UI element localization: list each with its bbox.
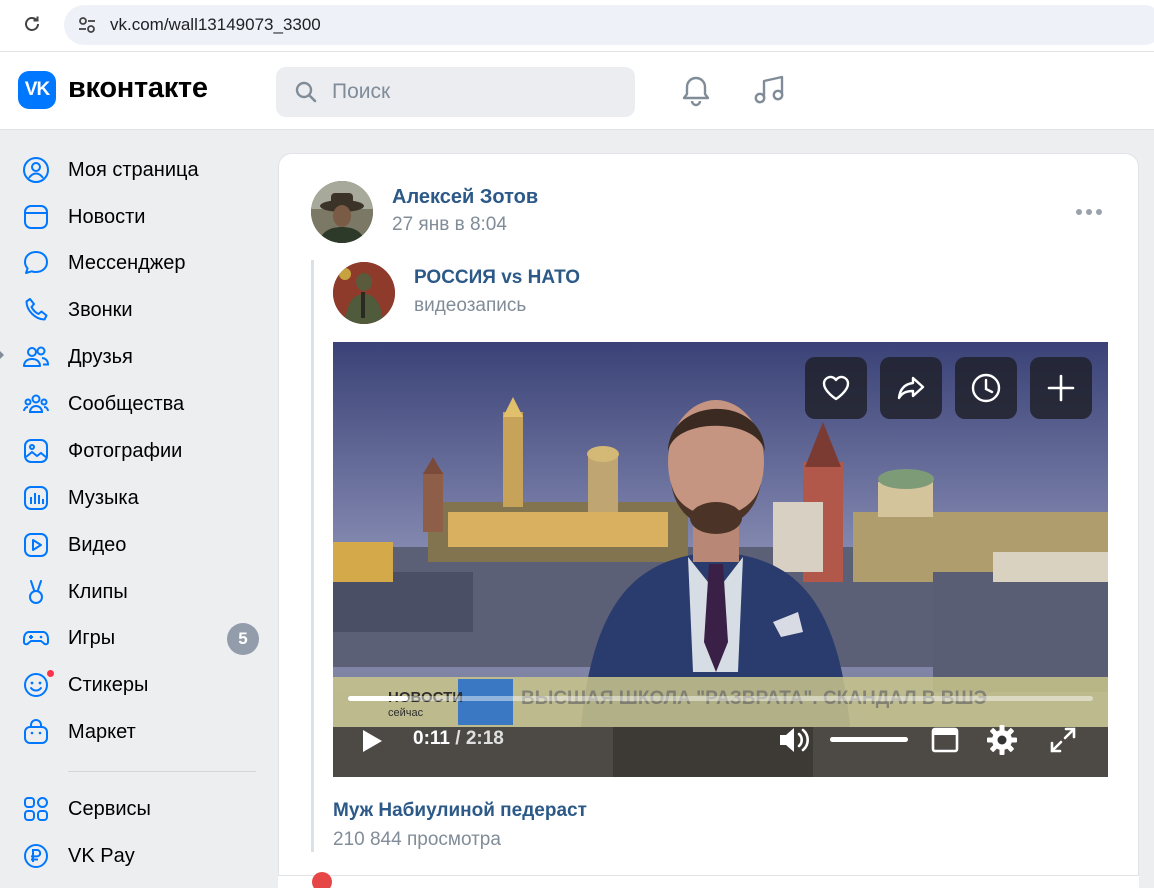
sidebar-item-label: Маркет xyxy=(68,721,136,743)
sidebar-item-label: Сообщества xyxy=(68,393,185,415)
video-time-separator: / xyxy=(455,728,461,749)
sidebar-item-label: Звонки xyxy=(68,299,133,321)
sidebar-item-clips[interactable]: Клипы xyxy=(0,570,270,614)
fullscreen-icon[interactable] xyxy=(1049,726,1077,754)
more-options-icon[interactable] xyxy=(1074,202,1104,222)
vk-logo[interactable]: VK xyxy=(18,71,56,109)
sidebar-item-vk-pay[interactable]: VK Pay xyxy=(0,834,270,878)
volume-icon[interactable] xyxy=(777,724,813,756)
volume-slider[interactable] xyxy=(830,737,908,742)
repost-source-avatar[interactable] xyxy=(333,262,395,324)
repost-source-name[interactable]: РОССИЯ vs НАТО xyxy=(414,267,580,289)
share-video-button[interactable] xyxy=(880,357,942,419)
sidebar-item-label: VK Pay xyxy=(68,845,135,867)
chat-bubble-icon xyxy=(24,251,48,274)
watch-later-button[interactable] xyxy=(955,357,1017,419)
video-progress-fill xyxy=(348,696,408,701)
sidebar-item-label: Друзья xyxy=(68,346,133,368)
sidebar-item-label: Сервисы xyxy=(68,798,151,820)
browser-toolbar: vk.com/wall13149073_3300 xyxy=(0,0,1154,52)
sidebar-item-music[interactable]: Музыка xyxy=(0,476,270,520)
friends-icon xyxy=(23,346,50,367)
ruble-icon xyxy=(24,844,48,868)
sidebar-item-friends[interactable]: Друзья xyxy=(0,335,270,379)
clock-icon xyxy=(971,373,1001,403)
video-title-link[interactable]: Муж Набиулиной педераст xyxy=(333,800,587,822)
sidebar-item-label: Фотографии xyxy=(68,440,183,462)
post-timestamp[interactable]: 27 янв в 8:04 xyxy=(392,214,507,236)
sidebar-item-communities[interactable]: Сообщества xyxy=(0,382,270,426)
gamepad-icon xyxy=(23,631,49,646)
news-icon xyxy=(24,205,48,229)
miniplayer-icon[interactable] xyxy=(931,727,959,753)
search-box[interactable] xyxy=(276,67,635,117)
video-total-time: 2:18 xyxy=(465,728,504,749)
vk-header: VK вконтакте xyxy=(0,52,1154,130)
bell-icon[interactable] xyxy=(679,74,713,108)
next-post-avatar[interactable] xyxy=(312,872,332,888)
play-icon[interactable] xyxy=(359,727,385,755)
games-count-badge: 5 xyxy=(227,623,259,655)
video-time-display: 0:11 / 2:18 xyxy=(413,728,504,750)
sidebar-item-label: Видео xyxy=(68,534,127,556)
sidebar-item-games[interactable]: Игры 5 xyxy=(0,616,270,660)
author-avatar[interactable] xyxy=(311,181,373,243)
sidebar-item-label: Мессенджер xyxy=(68,252,186,274)
like-video-button[interactable] xyxy=(805,357,867,419)
clips-icon xyxy=(29,580,43,604)
market-bag-icon xyxy=(24,719,48,744)
plus-icon xyxy=(1047,374,1075,402)
photo-icon xyxy=(24,439,48,463)
search-icon xyxy=(295,81,317,103)
sidebar-item-news[interactable]: Новости xyxy=(0,195,270,239)
next-post-card xyxy=(278,875,1139,888)
user-circle-icon xyxy=(23,157,49,183)
phone-icon xyxy=(25,298,48,321)
video-current-time: 0:11 xyxy=(413,728,450,749)
repost-indicator xyxy=(311,260,314,852)
repost-type: видеозапись xyxy=(414,295,527,316)
video-progress-bar[interactable] xyxy=(348,696,1093,701)
sidebar-item-label: Музыка xyxy=(68,487,139,509)
sidebar-item-stickers[interactable]: Стикеры xyxy=(0,663,270,707)
sidebar-item-calls[interactable]: Звонки xyxy=(0,288,270,332)
sidebar-item-label: Моя страница xyxy=(68,159,199,181)
heart-icon xyxy=(822,375,850,401)
sidebar-item-label: Новости xyxy=(68,206,146,228)
wall-post: Алексей Зотов 27 янв в 8:04 РОССИЯ vs НА… xyxy=(278,153,1139,888)
communities-icon xyxy=(23,394,49,413)
sidebar-item-label: Игры xyxy=(68,627,116,649)
new-stickers-dot xyxy=(46,669,55,678)
site-settings-icon[interactable] xyxy=(76,14,98,36)
video-views-count: 210 844 просмотра xyxy=(333,829,501,850)
volume-slider-fill xyxy=(830,737,908,742)
sidebar-item-my-page[interactable]: Моя страница xyxy=(0,148,270,192)
sidebar-item-photos[interactable]: Фотографии xyxy=(0,429,270,473)
url-text[interactable]: vk.com/wall13149073_3300 xyxy=(110,15,321,35)
share-arrow-icon xyxy=(897,376,925,400)
sidebar-item-video[interactable]: Видео xyxy=(0,523,270,567)
music-icon xyxy=(24,486,48,510)
settings-gear-icon[interactable] xyxy=(985,723,1019,757)
sidebar-item-services[interactable]: Сервисы xyxy=(0,787,270,831)
reload-icon[interactable] xyxy=(20,12,44,36)
post-author-name[interactable]: Алексей Зотов xyxy=(392,186,538,209)
sidebar-item-market[interactable]: Маркет xyxy=(0,710,270,754)
sidebar-item-messenger[interactable]: Мессенджер xyxy=(0,241,270,285)
ticker-sub: сейчас xyxy=(388,707,424,719)
vk-wordmark[interactable]: вконтакте xyxy=(68,72,208,105)
add-video-button[interactable] xyxy=(1030,357,1092,419)
search-input[interactable] xyxy=(332,67,622,117)
services-icon xyxy=(24,797,48,821)
address-bar[interactable]: vk.com/wall13149073_3300 xyxy=(64,5,1154,45)
video-icon xyxy=(24,533,48,557)
sidebar-item-label: Клипы xyxy=(68,581,128,603)
video-player[interactable]: НОВОСТИ сейчас ВЫСШАЯ ШКОЛА "РАЗВРАТА". … xyxy=(333,342,1108,777)
music-note-icon[interactable] xyxy=(752,74,786,108)
sidebar-item-label: Стикеры xyxy=(68,674,149,696)
sidebar-divider xyxy=(68,771,256,772)
